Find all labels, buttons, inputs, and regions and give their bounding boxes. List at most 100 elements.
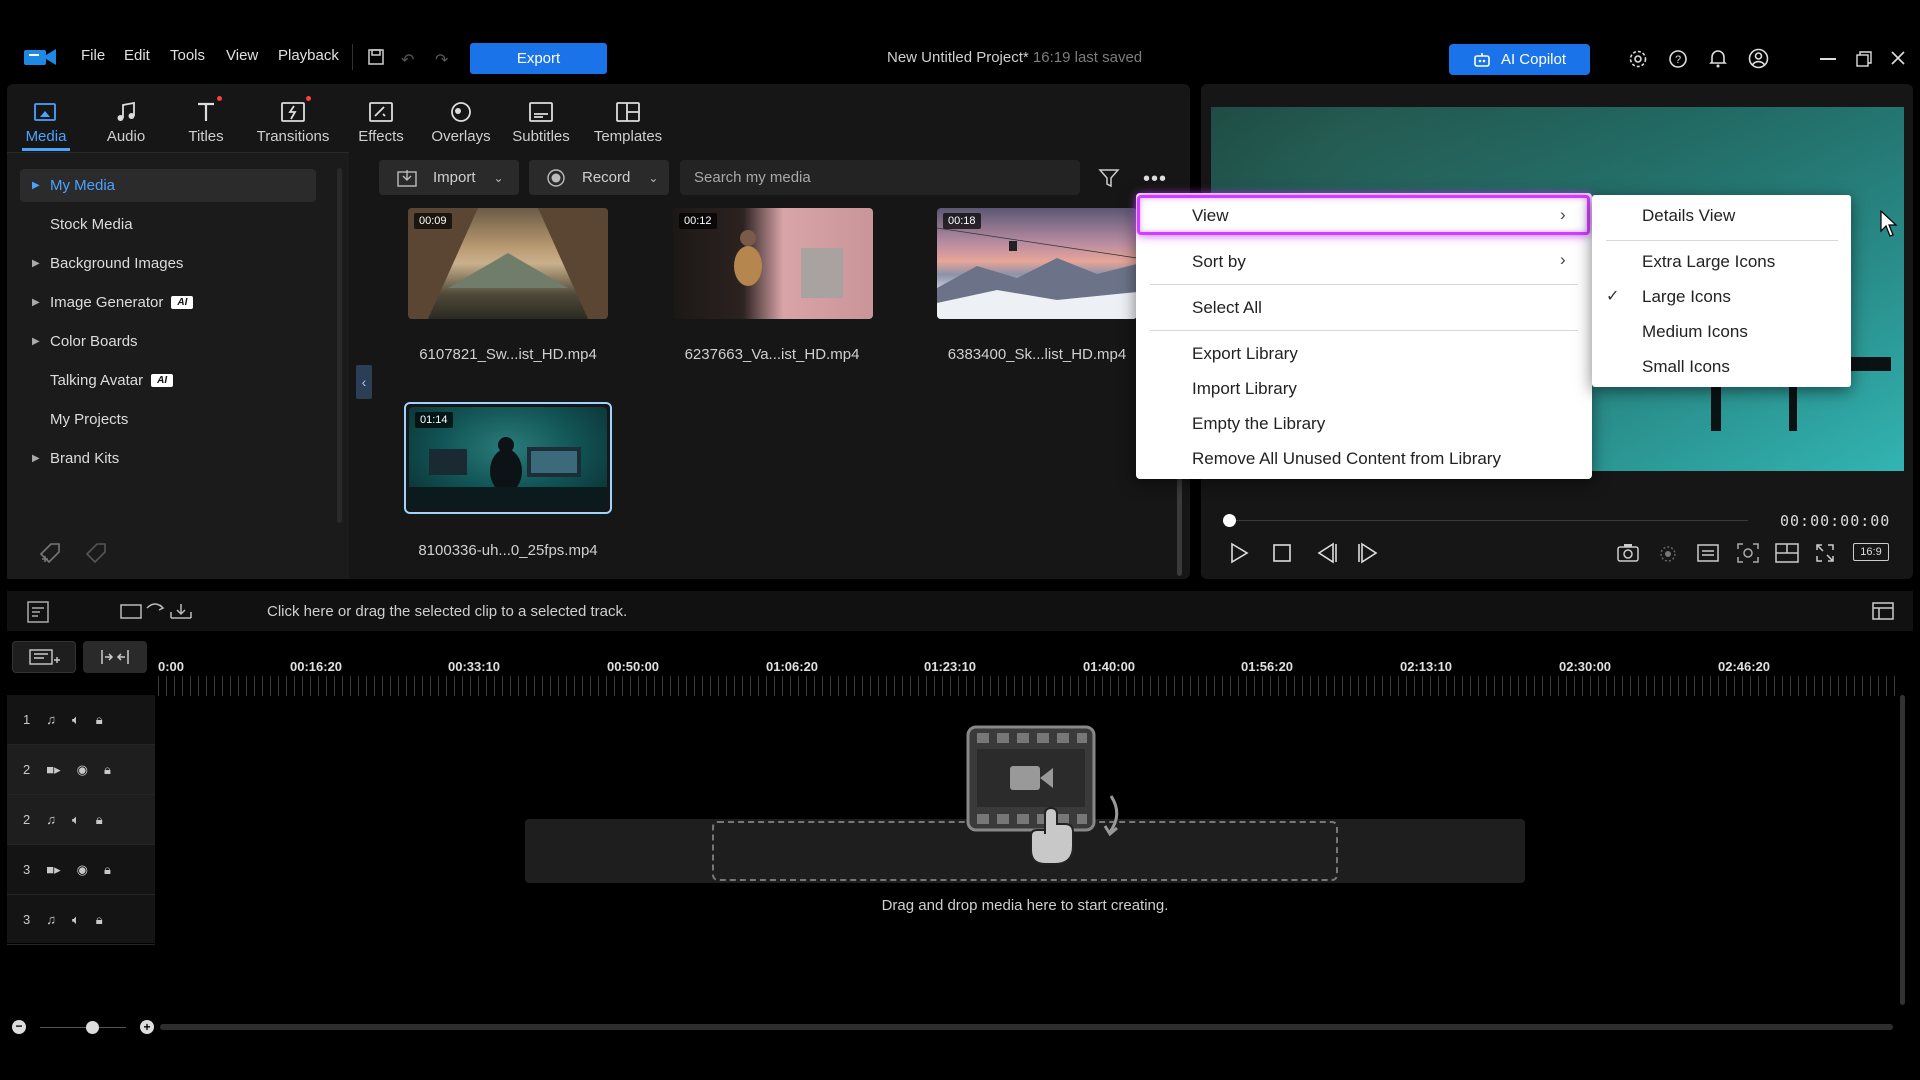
menu-edit[interactable]: Edit [124,47,150,64]
tab-transitions[interactable]: Transitions [253,92,333,145]
tab-media[interactable]: Media [6,92,86,145]
lock-icon[interactable]: 🔒︎ [96,812,103,828]
menu-item-sort-by[interactable]: Sort by [1192,252,1246,272]
playback-slider-track[interactable] [1228,520,1748,521]
media-thumbnail[interactable]: 00:18 [937,208,1137,319]
sidebar-item-talking-avatar[interactable]: Talking Avatar AI [20,364,316,397]
media-scrollbar[interactable] [1177,478,1182,576]
layout-grid-icon[interactable] [1775,543,1799,563]
ai-badge: AI [171,296,194,309]
add-tag-icon[interactable] [38,541,64,565]
duration-badge: 00:18 [943,213,981,229]
minimize-icon[interactable] [1820,58,1836,60]
subtitle-toggle-icon[interactable] [1697,544,1719,562]
save-icon[interactable] [367,48,385,66]
menu-item-view[interactable]: View [1192,206,1229,226]
sidebar-item-my-media[interactable]: ▶ My Media [20,169,316,202]
zoom-in-icon[interactable]: + [140,1020,154,1034]
menu-item-export-library[interactable]: Export Library [1192,344,1298,364]
play-icon[interactable] [1229,542,1249,564]
help-icon[interactable]: ? [1668,49,1688,69]
collapse-sidebar-button[interactable]: ‹ [356,365,372,399]
speaker-icon[interactable]: 🔈︎ [72,812,80,828]
sidebar-item-brand-kits[interactable]: ▶ Brand Kits [20,442,316,475]
remove-tag-icon[interactable] [84,541,110,565]
menu-item-import-library[interactable]: Import Library [1192,379,1297,399]
submenu-item-large-icons[interactable]: Large Icons [1642,287,1731,307]
settings-gear-icon[interactable] [1628,49,1648,69]
track-header-video-3[interactable]: 3 ■▸ ◉ 🔒︎ [7,845,155,895]
menu-item-select-all[interactable]: Select All [1192,298,1262,318]
menu-view[interactable]: View [226,47,258,64]
aspect-ratio-button[interactable]: 16:9 [1853,543,1889,561]
media-thumbnail[interactable]: 01:14 [409,407,607,509]
speaker-icon[interactable]: 🔈︎ [72,712,80,728]
timeline-settings-icon[interactable] [1871,599,1897,623]
sidebar-item-image-generator[interactable]: ▶ Image Generator AI [20,286,316,319]
redo-icon[interactable]: ↷ [435,50,448,70]
tab-subtitles[interactable]: Subtitles [501,92,581,145]
tab-effects[interactable]: Effects [341,92,421,145]
submenu-item-small-icons[interactable]: Small Icons [1642,357,1730,377]
import-button[interactable]: Import ⌄ [379,160,519,195]
media-thumbnail[interactable]: 00:09 [408,208,608,319]
sidebar-item-color-boards[interactable]: ▶ Color Boards [20,325,316,358]
more-options-icon[interactable]: ••• [1143,168,1167,191]
account-icon[interactable] [1748,48,1769,69]
menu-file[interactable]: File [81,47,105,64]
snapshot-camera-icon[interactable] [1616,542,1640,562]
project-title: New Untitled Project* 16:19 last saved [887,49,1142,66]
zoom-fit-icon[interactable] [1737,543,1759,563]
overlays-icon [421,92,501,128]
ai-copilot-button[interactable]: AI Copilot [1449,44,1590,75]
zoom-slider-handle[interactable] [86,1021,99,1034]
menu-item-remove-unused[interactable]: Remove All Unused Content from Library [1192,449,1501,469]
zoom-out-icon[interactable]: − [12,1020,26,1034]
tab-titles[interactable]: Titles [166,92,246,145]
lock-icon[interactable]: 🔒︎ [104,762,111,778]
fullscreen-icon[interactable] [1815,543,1835,563]
lock-icon[interactable]: 🔒︎ [104,862,111,878]
stop-icon[interactable] [1273,544,1291,562]
track-header-audio-1[interactable]: 1 ♫ 🔈︎ 🔒︎ [7,695,155,745]
ai-effect-icon[interactable] [1658,543,1680,563]
search-input[interactable]: Search my media [680,160,1080,195]
sidebar-item-my-projects[interactable]: My Projects [20,403,316,436]
menu-playback[interactable]: Playback [278,47,339,64]
storyboard-insert-icon[interactable] [119,600,199,622]
tab-templates[interactable]: Templates [588,92,668,145]
close-icon[interactable] [1890,50,1906,66]
tab-overlays[interactable]: Overlays [421,92,501,145]
timeline-horizontal-scrollbar[interactable] [160,1024,1893,1030]
submenu-item-details-view[interactable]: Details View [1642,206,1735,226]
sidebar-scrollbar[interactable] [337,168,342,523]
menu-item-empty-library[interactable]: Empty the Library [1192,414,1325,434]
timeline-ruler[interactable] [158,676,1898,696]
submenu-item-extra-large-icons[interactable]: Extra Large Icons [1642,252,1775,272]
notification-bell-icon[interactable] [1709,48,1727,68]
undo-icon[interactable]: ↶ [401,50,414,70]
add-track-button[interactable] [12,641,76,673]
menu-tools[interactable]: Tools [170,47,205,64]
sidebar-item-stock-media[interactable]: Stock Media [20,208,316,241]
previous-frame-icon[interactable] [1315,542,1339,564]
playhead-handle[interactable] [1223,514,1236,527]
tab-audio[interactable]: Audio [86,92,166,145]
sidebar-item-background-images[interactable]: ▶ Background Images [20,247,316,280]
export-button[interactable]: Export [470,43,607,74]
timeline-mode-icon[interactable] [26,600,50,624]
lock-icon[interactable]: 🔒︎ [96,712,103,728]
media-thumbnail[interactable]: 00:12 [673,208,873,319]
eye-icon[interactable]: ◉ [77,862,88,878]
restore-icon[interactable] [1856,51,1872,67]
fit-timeline-button[interactable] [83,641,147,673]
zoom-slider-track[interactable] [40,1027,126,1028]
submenu-item-medium-icons[interactable]: Medium Icons [1642,322,1748,342]
timeline-vertical-scrollbar[interactable] [1900,695,1905,1005]
track-header-video-2[interactable]: 2 ■▸ ◉ 🔒︎ [7,745,155,795]
filter-icon[interactable] [1098,167,1120,189]
record-button[interactable]: Record ⌄ [529,160,669,195]
next-frame-icon[interactable] [1356,542,1380,564]
eye-icon[interactable]: ◉ [77,762,88,778]
track-header-audio-2[interactable]: 2 ♫ 🔈︎ 🔒︎ [7,795,155,845]
